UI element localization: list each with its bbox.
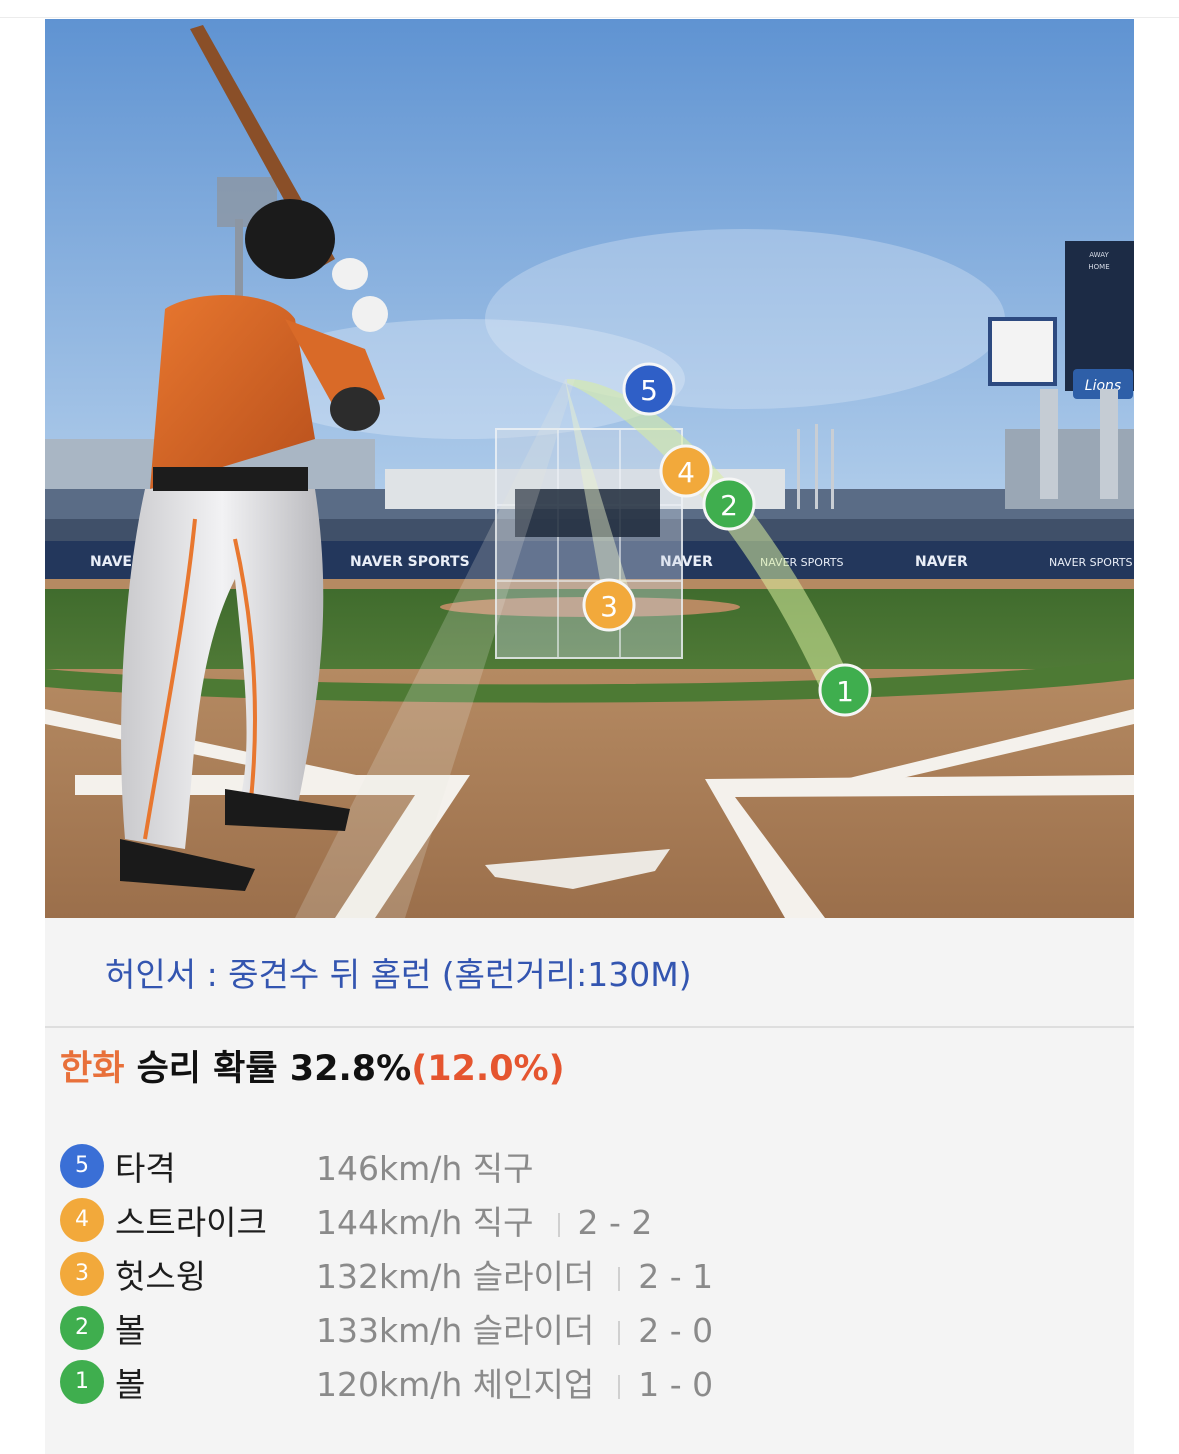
pitch-result: 타격 [115, 1149, 176, 1188]
pitch-result: 볼 [115, 1311, 146, 1350]
pitch-row-2: 2 볼 133km/h 슬라이더 2 - 0 [60, 1302, 1060, 1356]
count-separator [557, 1212, 560, 1237]
pitch-scene: Lions AWAY HOME NAVER NAVER SPORTS NAVER… [45, 19, 1134, 918]
pitch-number-badge: 1 [60, 1360, 104, 1404]
play-result-panel: 허인서 : 중견수 뒤 홈런 (홈런거리:130M) [45, 918, 1134, 1028]
pitch-result: 볼 [115, 1365, 146, 1404]
ball-strike-count: 1 - 0 [638, 1365, 714, 1404]
pitch-row-4: 4 스트라이크 144km/h 직구 2 - 2 [60, 1194, 1060, 1248]
ball-strike-count: 2 - 0 [638, 1311, 714, 1350]
ad-board-6: NAVER SPORTS [1049, 556, 1133, 569]
pitch-result: 스트라이크 [115, 1203, 267, 1242]
pitch-row-3: 3 헛스윙 132km/h 슬라이더 2 - 1 [60, 1248, 1060, 1302]
scoreboard-home: HOME [1088, 263, 1109, 271]
top-divider [0, 17, 1179, 18]
pitch-description: 133km/h 슬라이더 2 - 0 [316, 1311, 714, 1350]
pitch-row-1: 1 볼 120km/h 체인지업 1 - 0 [60, 1356, 1060, 1410]
pitch-marker-3[interactable]: 3 [582, 578, 636, 632]
pitch-number-badge: 3 [60, 1252, 104, 1296]
pitch-marker-1[interactable]: 1 [818, 663, 872, 717]
svg-text:3: 3 [600, 590, 618, 623]
ad-board-5: NAVER [915, 554, 968, 570]
pitch-description: 144km/h 직구 2 - 2 [316, 1203, 653, 1242]
win-probability-value: 32.8% [289, 1049, 412, 1089]
count-separator [618, 1266, 621, 1291]
pitch-description: 146km/h 직구 [316, 1149, 534, 1188]
win-probability-label: 승리 확률 [124, 1049, 290, 1089]
stadium-illustration: Lions AWAY HOME NAVER NAVER SPORTS NAVER… [45, 19, 1134, 918]
team-name: 한화 [60, 1049, 125, 1089]
pitch-marker-2[interactable]: 2 [702, 477, 756, 531]
svg-text:1: 1 [836, 675, 854, 708]
svg-text:4: 4 [677, 456, 695, 489]
pitch-number-badge: 4 [60, 1198, 104, 1242]
ball-strike-count: 2 - 2 [577, 1203, 653, 1242]
pitch-result: 헛스윙 [115, 1257, 207, 1296]
win-probability: 한화 승리 확률 32.8%(12.0%) [60, 1040, 565, 1091]
svg-text:2: 2 [720, 489, 738, 522]
scoreboard-away: AWAY [1089, 251, 1109, 259]
play-result-text: 허인서 : 중견수 뒤 홈런 (홈런거리:130M) [105, 955, 692, 994]
pitch-marker-5[interactable]: 5 [622, 362, 676, 416]
pitch-list: 5 타격 146km/h 직구 4 스트라이크 144km/h 직구 2 - 2 … [60, 1140, 1060, 1410]
pitch-description: 120km/h 체인지업 1 - 0 [316, 1365, 714, 1404]
count-separator [618, 1374, 621, 1399]
pitch-description: 132km/h 슬라이더 2 - 1 [316, 1257, 714, 1296]
count-separator [618, 1320, 621, 1345]
ad-board-2: NAVER SPORTS [350, 554, 470, 570]
pitch-row-5: 5 타격 146km/h 직구 [60, 1140, 1060, 1194]
pitch-number-badge: 2 [60, 1306, 104, 1350]
svg-text:5: 5 [640, 374, 658, 407]
pitch-number-badge: 5 [60, 1144, 104, 1188]
pitch-marker-4[interactable]: 4 [659, 444, 713, 498]
win-probability-delta: (12.0%) [411, 1049, 565, 1089]
ball-strike-count: 2 - 1 [638, 1257, 714, 1296]
